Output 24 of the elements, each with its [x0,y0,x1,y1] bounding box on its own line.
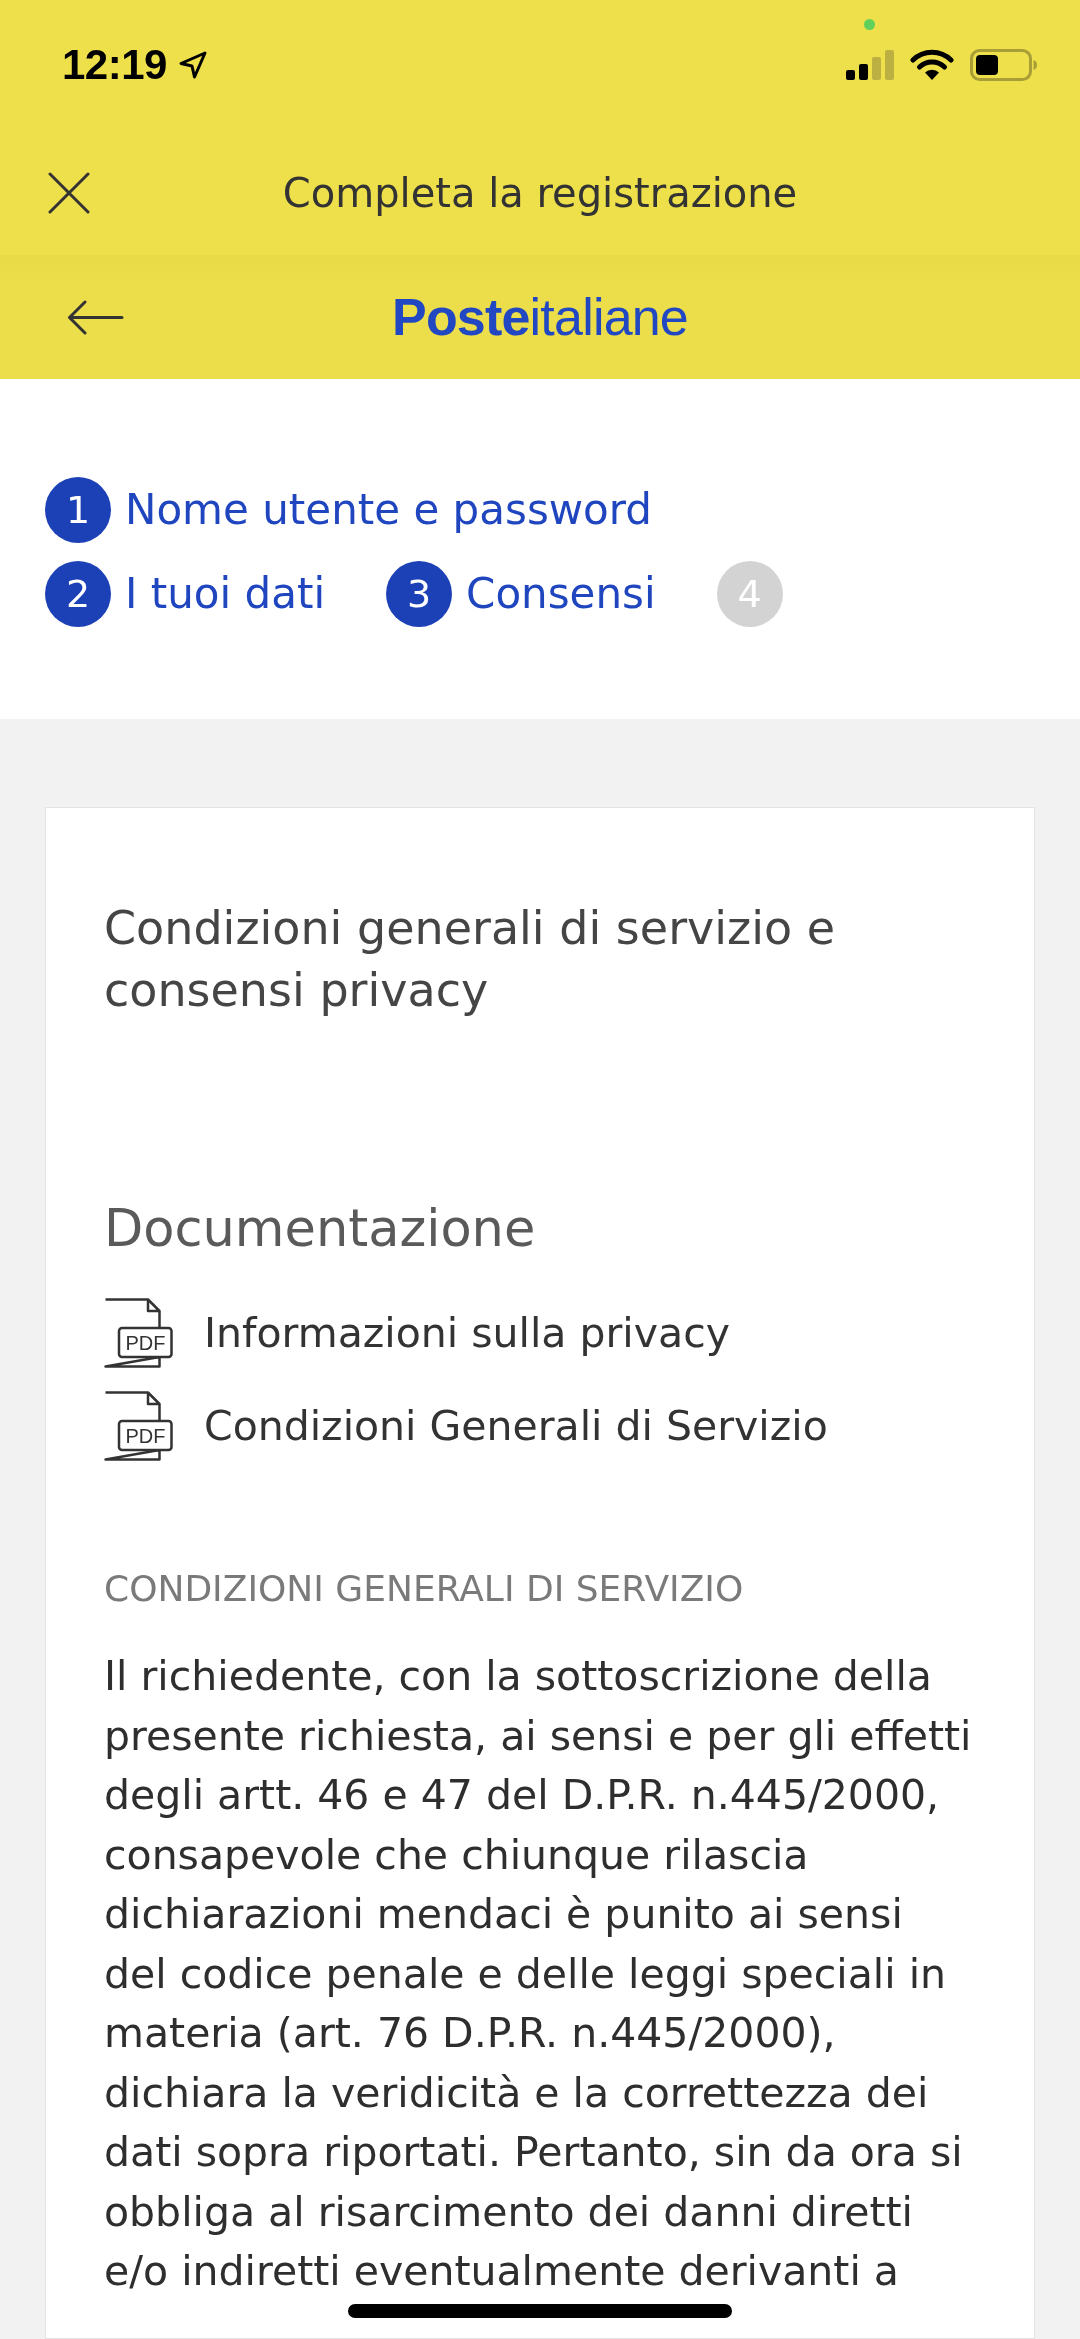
terms-paragraph: Il richiedente, con la sottoscrizione della presente richiesta, ai sensi e per gli effetti degli artt. 46 e 47 del D.P.R. n.445/2000, consapevole che chiunque rilascia dichiarazioni mendaci è punito ai sensi del codice penale e delle leggi speciali in materia (art. 76 D.P.R. n.445/2000), dichiara la veridicità e la correttezza dei dati sopra riportati. Pertanto, sin da ora si obbliga al risarcimento dei danni diretti e/o indiretti eventualmente derivanti a [104,1651,973,2297]
step-number: 3 [386,561,453,627]
step-label: Nome utente e password [125,484,652,536]
signal-icon [846,50,894,80]
step-label: Consensi [466,568,656,620]
documents-heading: Documentazione [104,1198,537,1260]
page-title: Completa la registrazione [282,169,798,216]
step-label: I tuoi dati [125,568,326,620]
step-number: 1 [45,477,111,543]
arrow-left-icon [67,299,124,335]
close-icon [48,171,90,214]
battery-icon [970,49,1038,81]
document-link[interactable]: PDF Condizioni Generali di Servizio [104,1391,828,1461]
wifi-icon [910,49,954,81]
section-heading: CONDIZIONI GENERALI DI SERVIZIO [104,1567,745,1611]
location-arrow-icon [178,51,207,79]
logo: Posteitaliane [392,287,688,347]
close-button[interactable] [48,171,90,214]
document-link[interactable]: PDF Informazioni sulla privacy [104,1298,730,1368]
indicator-dot-icon [864,19,875,30]
status-time: 12:19 [62,41,167,89]
back-button[interactable] [67,299,124,335]
step-number: 2 [45,561,111,627]
card-title: Condizioni generali di servizio e consensi privacy [104,900,837,1019]
